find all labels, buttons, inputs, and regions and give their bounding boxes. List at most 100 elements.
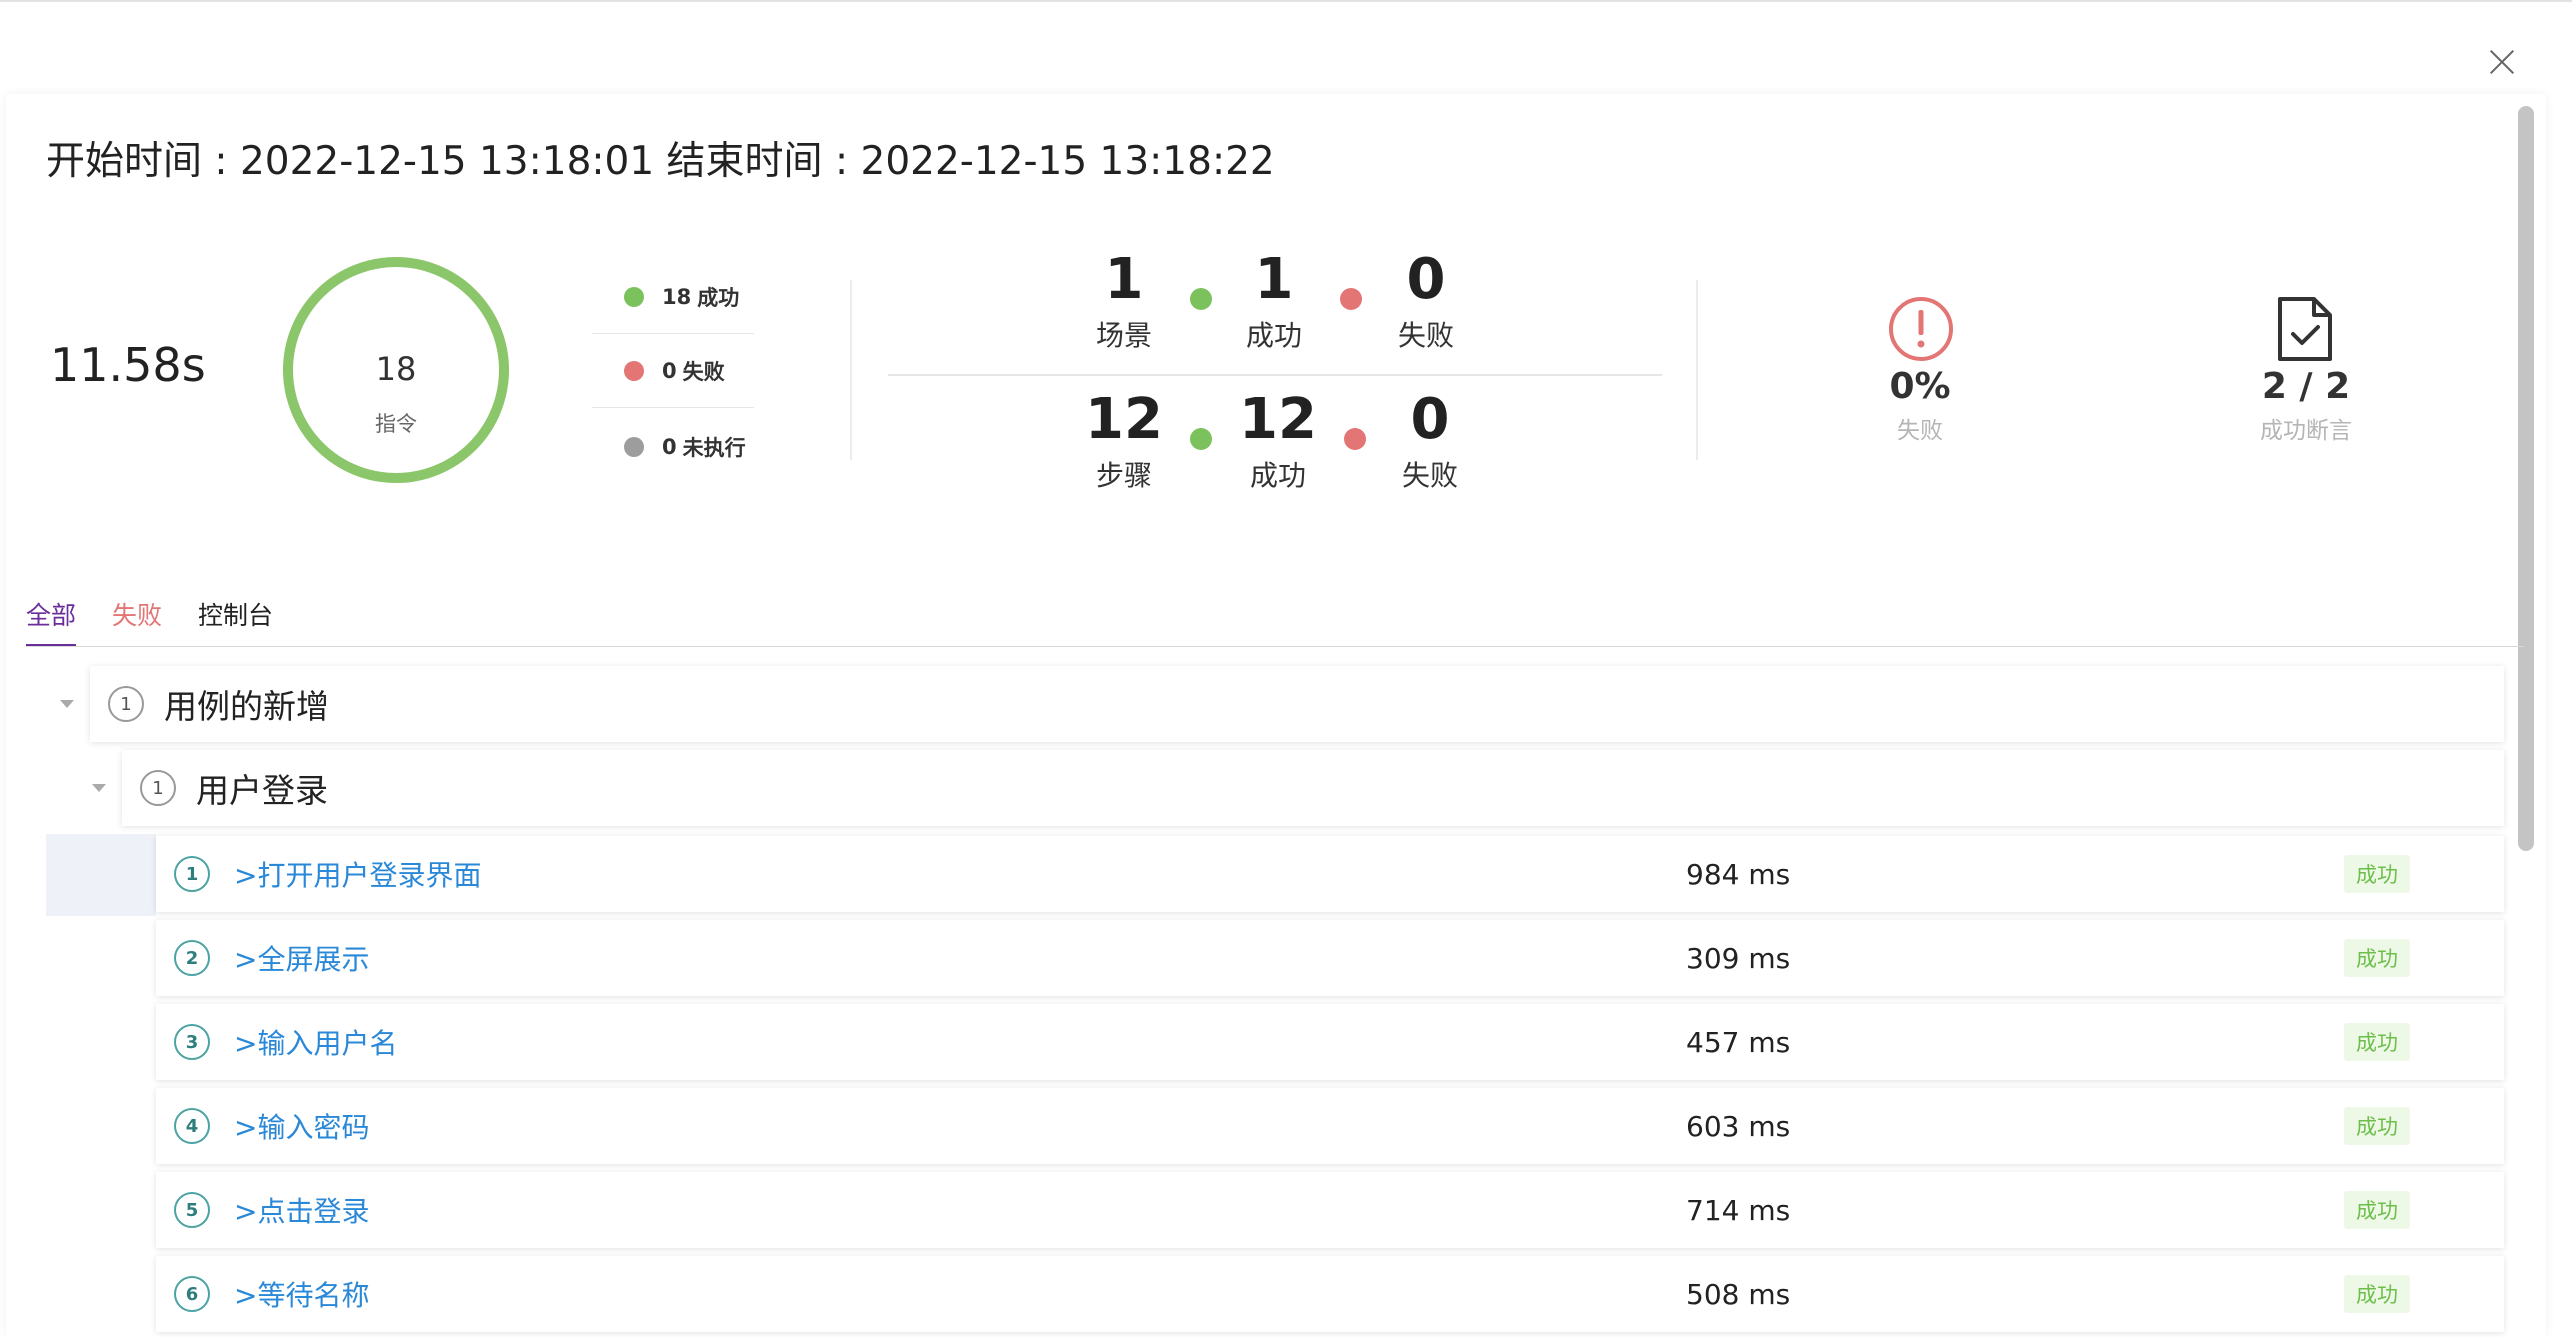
legend-not-run: 0 未执行 <box>592 410 754 484</box>
assertions-value: 2 / 2 <box>2261 366 2351 407</box>
scrollbar[interactable] <box>2518 106 2534 851</box>
fail-dot-icon <box>1340 288 1362 310</box>
divider <box>850 280 852 460</box>
close-icon[interactable] <box>2484 44 2520 80</box>
step-row[interactable]: 3 >输入用户名 457 ms 成功 <box>156 1004 2504 1080</box>
scenario-success: 1 成功 <box>1214 248 1334 354</box>
fail-dot-icon <box>1344 428 1366 450</box>
step-fail-label: 失败 <box>1401 459 1458 492</box>
legend-label: 失败 <box>682 359 725 384</box>
scenario-node[interactable]: 1 用户登录 <box>122 750 2504 826</box>
scenario-total-value: 1 <box>1104 247 1144 312</box>
scenario-fail: 0 失败 <box>1366 248 1486 354</box>
step-duration: 603 ms <box>1686 1109 1791 1143</box>
legend-fail: 0 失败 <box>592 334 754 408</box>
step-total-value: 12 <box>1085 387 1163 452</box>
fail-rate-label: 失败 <box>1897 418 1943 444</box>
start-time: 2022-12-15 13:18:01 <box>239 139 655 184</box>
status-badge: 成功 <box>2344 855 2410 893</box>
scenario-fail-label: 失败 <box>1397 319 1454 352</box>
start-time-label: 开始时间 : <box>46 139 240 184</box>
scenario-index: 1 <box>140 770 176 806</box>
assertions: 2 / 2 成功断言 <box>2206 366 2406 445</box>
scenario-title: 用户登录 <box>196 771 328 810</box>
step-success: 12 成功 <box>1218 388 1338 494</box>
tabs-divider <box>26 646 2524 647</box>
scenario-total-label: 场景 <box>1095 319 1152 352</box>
status-badge: 成功 <box>2344 939 2410 977</box>
step-title[interactable]: >点击登录 <box>234 1190 369 1230</box>
step-duration: 508 ms <box>1686 1277 1791 1311</box>
legend-count: 18 <box>662 284 692 309</box>
collapse-caret-icon[interactable] <box>92 784 106 792</box>
divider <box>1696 280 1698 460</box>
tab-fail[interactable]: 失败 <box>112 596 162 647</box>
step-row[interactable]: 1 >打开用户登录界面 984 ms 成功 <box>156 836 2504 912</box>
step-row[interactable]: 5 >点击登录 714 ms 成功 <box>156 1172 2504 1248</box>
fail-dot-icon <box>624 360 644 381</box>
scenario-success-label: 成功 <box>1245 319 1302 352</box>
success-dot-icon <box>624 286 644 307</box>
warning-icon <box>1889 297 1953 361</box>
filter-tabs: 全部 失败 控制台 <box>26 596 309 647</box>
legend-count: 0 <box>662 358 677 383</box>
step-title[interactable]: >输入密码 <box>234 1106 369 1146</box>
time-range: 开始时间 : 2022-12-15 13:18:01 结束时间 : 2022-1… <box>46 130 1275 186</box>
step-duration: 457 ms <box>1686 1025 1791 1059</box>
end-time: 2022-12-15 13:18:22 <box>860 139 1275 184</box>
stats-divider <box>888 374 1662 376</box>
assertions-label: 成功断言 <box>2260 418 2352 444</box>
success-dot-icon <box>1190 288 1212 310</box>
step-row[interactable]: 2 >全屏展示 309 ms 成功 <box>156 920 2504 996</box>
step-title[interactable]: >输入用户名 <box>234 1022 397 1062</box>
legend-label: 成功 <box>697 285 740 310</box>
total-duration: 11.58s <box>50 338 206 392</box>
step-row[interactable]: 6 >等待名称 508 ms 成功 <box>156 1256 2504 1332</box>
step-index: 5 <box>174 1192 210 1228</box>
step-index: 1 <box>174 856 210 892</box>
legend-label: 未执行 <box>682 436 746 460</box>
fail-rate-value: 0% <box>1889 366 1951 407</box>
not-run-dot-icon <box>624 437 644 457</box>
status-badge: 成功 <box>2344 1023 2410 1061</box>
case-node[interactable]: 1 用例的新增 <box>90 666 2504 742</box>
command-count: 18 <box>375 350 417 388</box>
status-badge: 成功 <box>2344 1107 2410 1145</box>
row-highlight <box>46 834 156 916</box>
step-row[interactable]: 4 >输入密码 603 ms 成功 <box>156 1088 2504 1164</box>
step-duration: 309 ms <box>1686 941 1791 975</box>
fail-rate: 0% 失败 <box>1820 366 2020 445</box>
step-duration: 714 ms <box>1686 1193 1791 1227</box>
scenario-fail-value: 0 <box>1406 247 1446 312</box>
step-index: 2 <box>174 940 210 976</box>
tab-all[interactable]: 全部 <box>26 596 77 647</box>
legend-count: 0 <box>662 435 677 459</box>
top-divider <box>0 0 2572 4</box>
step-title[interactable]: >全屏展示 <box>234 938 369 978</box>
step-index: 6 <box>174 1276 210 1312</box>
status-badge: 成功 <box>2344 1275 2410 1313</box>
status-badge: 成功 <box>2344 1191 2410 1229</box>
step-success-value: 12 <box>1239 387 1317 452</box>
success-dot-icon <box>1190 428 1212 450</box>
case-index: 1 <box>108 686 144 722</box>
step-title[interactable]: >等待名称 <box>234 1274 369 1314</box>
step-fail-value: 0 <box>1410 387 1450 452</box>
scenario-total: 1 场景 <box>1064 248 1184 354</box>
step-duration: 984 ms <box>1686 857 1791 891</box>
step-total: 12 步骤 <box>1064 388 1184 494</box>
legend-success: 18 成功 <box>592 260 754 334</box>
tab-console[interactable]: 控制台 <box>198 596 273 647</box>
command-label: 指令 <box>375 412 417 436</box>
step-success-label: 成功 <box>1249 459 1306 492</box>
scenario-success-value: 1 <box>1254 247 1294 312</box>
collapse-caret-icon[interactable] <box>60 700 74 708</box>
step-total-label: 步骤 <box>1095 459 1152 492</box>
end-time-label: 结束时间 : <box>654 139 861 184</box>
step-fail: 0 失败 <box>1370 388 1490 494</box>
step-index: 3 <box>174 1024 210 1060</box>
document-check-icon <box>2278 297 2332 361</box>
step-index: 4 <box>174 1108 210 1144</box>
case-title: 用例的新增 <box>164 687 329 726</box>
step-title[interactable]: >打开用户登录界面 <box>234 854 481 894</box>
